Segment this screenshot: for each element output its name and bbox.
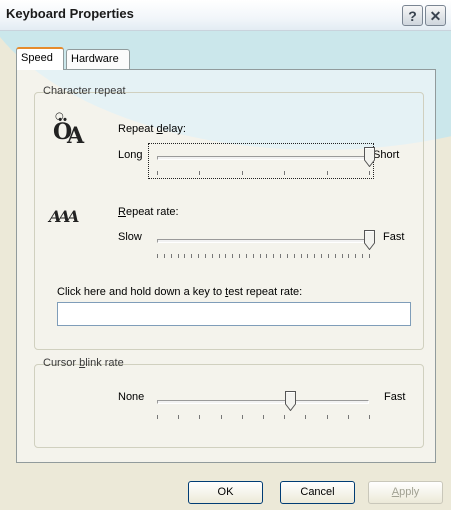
repeat-rate-track[interactable] <box>157 239 369 243</box>
test-repeat-prompt: Click here and hold down a key to test r… <box>57 286 303 298</box>
cursor-blink-rate-legend: Cursor blink rate <box>43 357 124 369</box>
tab-speed[interactable]: Speed <box>16 47 64 70</box>
tick-mark <box>307 254 309 258</box>
tick-mark <box>170 254 172 258</box>
repeat-rate-max-label: Fast <box>383 231 405 243</box>
tick-mark <box>211 254 213 258</box>
tick-mark <box>362 254 364 258</box>
tick-mark <box>232 254 234 258</box>
tick-mark <box>348 254 350 258</box>
tick-mark <box>157 171 158 175</box>
help-button[interactable]: ? <box>402 5 423 26</box>
tick-mark <box>178 415 180 419</box>
tick-mark <box>369 254 370 258</box>
tick-mark <box>163 254 165 258</box>
tick-mark <box>273 254 275 258</box>
tick-mark <box>177 254 179 258</box>
tick-mark <box>347 415 349 419</box>
character-repeat-legend: Character repeat <box>43 85 126 97</box>
tick-mark <box>199 415 201 419</box>
tick-mark <box>314 254 316 258</box>
tick-mark <box>369 415 370 419</box>
tick-mark <box>252 254 254 258</box>
tick-mark <box>326 171 328 175</box>
repeat-rate-label: Repeat rate: <box>118 206 179 218</box>
tab-hardware-label: Hardware <box>71 53 119 65</box>
tick-mark <box>198 254 200 258</box>
cursor-blink-max-label: Fast <box>384 391 406 403</box>
tick-mark <box>259 254 261 258</box>
repeat-rate-min-label: Slow <box>118 231 142 243</box>
tick-mark <box>263 415 264 419</box>
tick-mark <box>191 254 193 258</box>
tick-mark <box>355 254 357 258</box>
cursor-blink-rate-group: Cursor blink rate None Fast <box>34 357 424 448</box>
cursor-blink-track[interactable] <box>157 400 369 404</box>
tick-mark <box>284 171 286 175</box>
tab-hardware[interactable]: Hardware <box>66 49 130 69</box>
tick-mark <box>241 171 243 175</box>
repeat-delay-slider-thumb[interactable] <box>363 147 375 167</box>
ok-button[interactable]: OK <box>188 481 263 504</box>
tick-mark <box>220 415 222 419</box>
tick-mark <box>280 254 282 258</box>
tick-mark <box>300 254 302 258</box>
repeat-rate-slider-thumb[interactable] <box>363 230 375 250</box>
window-title: Keyboard Properties <box>6 6 134 21</box>
tick-mark <box>266 254 268 258</box>
tick-mark <box>286 254 288 258</box>
tick-mark <box>157 415 158 419</box>
cancel-button[interactable]: Cancel <box>280 481 355 504</box>
tick-mark <box>218 254 220 258</box>
tick-mark <box>225 254 227 258</box>
tick-mark <box>334 254 336 258</box>
repeat-rate-ticks <box>157 254 370 260</box>
tick-mark <box>327 254 329 258</box>
repeat-delay-max-label: Short <box>373 149 400 161</box>
cursor-blink-min-label: None <box>118 391 145 403</box>
tick-mark <box>284 415 286 419</box>
tick-mark <box>245 254 247 258</box>
tick-mark <box>369 171 370 175</box>
repeat-delay-ticks <box>157 171 370 177</box>
title-bar: Keyboard Properties ? ✕ <box>0 0 451 31</box>
cursor-blink-slider-thumb[interactable] <box>285 391 297 411</box>
tick-mark <box>199 171 201 175</box>
tick-mark <box>241 415 243 419</box>
repeat-delay-label: Repeat delay: <box>118 123 186 135</box>
repeat-delay-track[interactable] <box>157 156 369 160</box>
tick-mark <box>321 254 323 258</box>
close-button[interactable]: ✕ <box>425 5 446 26</box>
keyboard-properties-window: Keyboard Properties ? ✕ Speed Hardware C… <box>0 0 451 510</box>
speed-tab-panel: Character repeat ○ ÖA Repeat delay: Long… <box>16 69 436 463</box>
cursor-blink-ticks <box>157 415 370 421</box>
tab-speed-label: Speed <box>21 52 53 64</box>
apply-button[interactable]: Apply <box>368 481 443 504</box>
tick-mark <box>239 254 241 258</box>
repeat-delay-min-label: Long <box>118 149 143 161</box>
tick-mark <box>326 415 328 419</box>
test-repeat-input[interactable] <box>57 302 411 326</box>
tick-mark <box>293 254 295 258</box>
tick-mark <box>204 254 206 258</box>
tick-mark <box>305 415 307 419</box>
tick-mark <box>157 254 158 258</box>
tick-mark <box>341 254 343 258</box>
character-repeat-group: Character repeat ○ ÖA Repeat delay: Long… <box>34 85 424 350</box>
tick-mark <box>184 254 186 258</box>
